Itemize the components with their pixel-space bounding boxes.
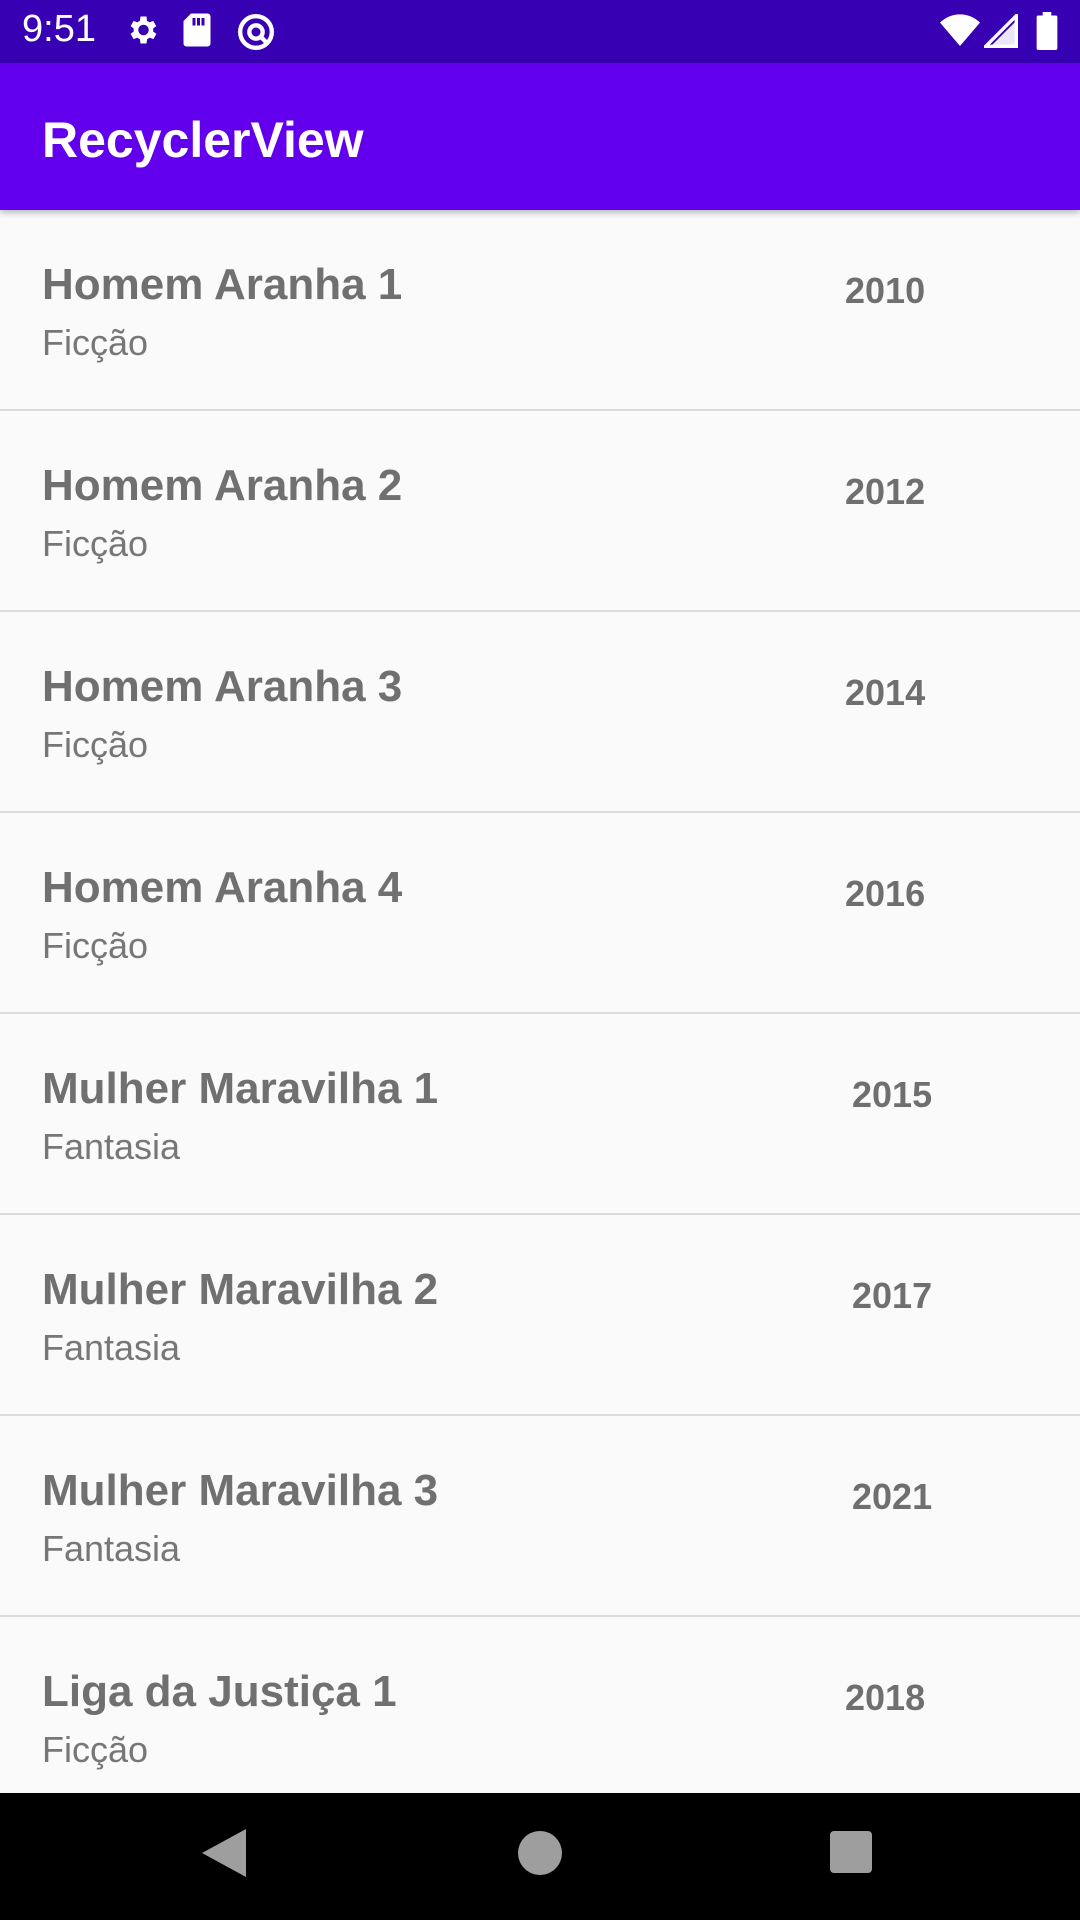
back-icon[interactable] (202, 1829, 246, 1877)
gear-icon (130, 16, 157, 44)
movie-title: Mulher Maravilha 1 (42, 1064, 439, 1113)
wifi-icon (940, 14, 980, 46)
movie-year: 2010 (845, 270, 926, 311)
movie-title: Homem Aranha 1 (42, 260, 403, 309)
movie-genre: Ficção (42, 925, 149, 966)
movie-title: Homem Aranha 4 (42, 863, 403, 912)
list-item[interactable]: Homem Aranha 2 Ficção 2012 (0, 411, 1080, 612)
cell-signal-icon (984, 14, 1018, 48)
list-item[interactable]: Mulher Maravilha 3 Fantasia 2021 (0, 1416, 1080, 1617)
navigation-bar (0, 1793, 1080, 1920)
battery-icon (1036, 12, 1058, 50)
status-time: 9:51 (22, 8, 96, 50)
movie-genre: Fantasia (42, 1327, 181, 1368)
recents-icon[interactable] (830, 1831, 872, 1873)
system-icons (940, 0, 1080, 63)
list-item[interactable]: Homem Aranha 3 Ficção 2014 (0, 612, 1080, 813)
app-title: RecyclerView (42, 112, 364, 168)
movie-genre: Fantasia (42, 1528, 181, 1569)
list-item[interactable]: Mulher Maravilha 1 Fantasia 2015 (0, 1014, 1080, 1215)
movie-genre: Ficção (42, 523, 149, 564)
movie-list[interactable]: Homem Aranha 1 Ficção 2010 Homem Aranha … (0, 210, 1080, 1793)
movie-year: 2016 (845, 873, 926, 914)
movie-year: 2012 (845, 471, 926, 512)
movie-year: 2018 (845, 1677, 926, 1718)
list-item[interactable]: Liga da Justiça 1 Ficção 2018 (0, 1617, 1080, 1793)
app-bar: RecyclerView (0, 63, 1080, 210)
movie-genre: Ficção (42, 1729, 149, 1770)
list-item[interactable]: Mulher Maravilha 2 Fantasia 2017 (0, 1215, 1080, 1416)
movie-title: Mulher Maravilha 3 (42, 1466, 439, 1515)
movie-title: Liga da Justiça 1 (42, 1667, 397, 1716)
movie-genre: Ficção (42, 724, 149, 765)
home-icon[interactable] (518, 1831, 562, 1875)
status-bar: 9:51 (0, 0, 1080, 63)
sd-card-icon (183, 13, 211, 47)
at-sign-icon (238, 14, 274, 50)
movie-year: 2017 (852, 1275, 933, 1316)
movie-genre: Ficção (42, 322, 149, 363)
movie-genre: Fantasia (42, 1126, 181, 1167)
movie-title: Homem Aranha 3 (42, 662, 403, 711)
list-item[interactable]: Homem Aranha 4 Ficção 2016 (0, 813, 1080, 1014)
movie-title: Mulher Maravilha 2 (42, 1265, 439, 1314)
movie-year: 2021 (852, 1476, 933, 1517)
movie-title: Homem Aranha 2 (42, 461, 403, 510)
movie-year: 2015 (852, 1074, 933, 1115)
movie-year: 2014 (845, 672, 926, 713)
list-item[interactable]: Homem Aranha 1 Ficção 2010 (0, 210, 1080, 411)
